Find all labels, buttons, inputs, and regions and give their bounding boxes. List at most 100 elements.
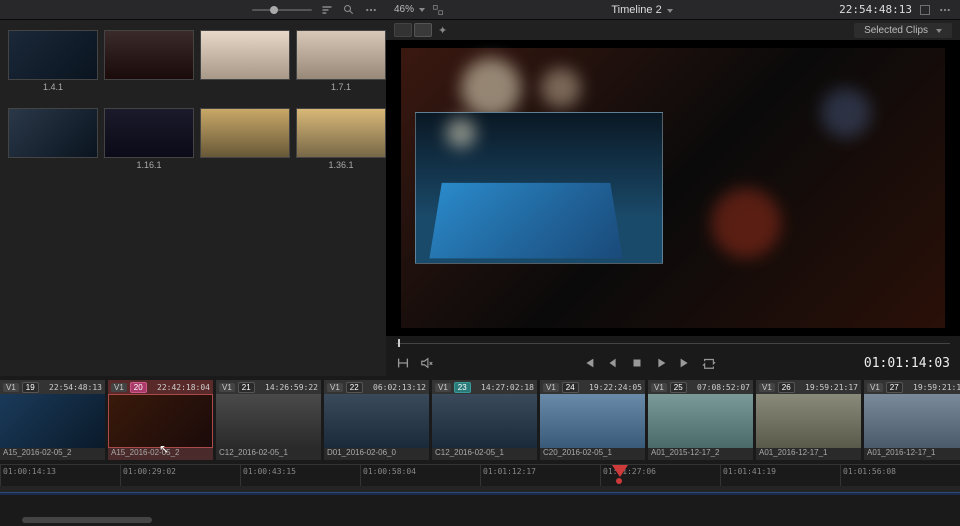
filmstrip-clip[interactable]: V1 20 22:42:18:04 A15_2016-02-05_2 xyxy=(108,380,213,460)
lower-area: V1 19 22:54:48:13 A15_2016-02-05_2 V1 20… xyxy=(0,376,960,526)
prev-frame-icon[interactable] xyxy=(606,356,620,370)
options-icon[interactable] xyxy=(364,3,378,17)
viewer-options-icon[interactable] xyxy=(938,3,952,17)
filmstrip-clip[interactable]: V1 21 14:26:59:22 C12_2016-02-05_1 xyxy=(216,380,321,460)
chevron-down-icon xyxy=(665,4,673,16)
expand-viewer-icon[interactable] xyxy=(431,3,445,17)
clip-filename: D01_2016-02-06_0 xyxy=(324,448,429,460)
play-icon[interactable] xyxy=(654,356,668,370)
media-clip[interactable]: 1.7.1 xyxy=(296,30,386,92)
clip-thumbnail xyxy=(432,394,537,448)
image-wipe-icon[interactable]: ✦ xyxy=(438,24,447,37)
picture-in-picture-overlay xyxy=(415,112,663,264)
thumbnail-zoom-slider[interactable] xyxy=(252,9,312,11)
timeline-scrollbar[interactable] xyxy=(0,514,960,526)
media-clip[interactable] xyxy=(200,108,290,170)
filmstrip-clip[interactable]: V1 26 19:59:21:17 A01_2016-12-17_1 xyxy=(756,380,861,460)
filmstrip-clip[interactable]: V1 27 19:59:21:17 A01_2016-12-17_1 xyxy=(864,380,960,460)
media-clip[interactable]: 1.36.1 xyxy=(296,108,386,170)
clip-header: V1 24 19:22:24:05 xyxy=(540,380,645,394)
viewer-canvas[interactable] xyxy=(386,40,960,336)
clip-header: V1 27 19:59:21:17 xyxy=(864,380,960,394)
timeline-marker[interactable] xyxy=(616,478,622,484)
clip-thumbnail xyxy=(324,394,429,448)
scrub-playhead[interactable] xyxy=(398,339,400,347)
clip-thumbnail xyxy=(648,394,753,448)
clip-grid: 1.4.1 1.7.1 1.16.1 1.36.1 xyxy=(0,20,386,180)
media-clip[interactable]: 1.4.1 xyxy=(8,30,98,92)
ruler-tick: 01:00:58:04 xyxy=(360,465,480,486)
track-badge: V1 xyxy=(435,383,451,392)
track-badge: V1 xyxy=(219,383,235,392)
timeline-title[interactable]: Timeline 2 xyxy=(453,4,831,16)
in-out-icon[interactable] xyxy=(396,356,410,370)
clip-header: V1 25 07:08:52:07 xyxy=(648,380,753,394)
media-clip[interactable]: 1.16.1 xyxy=(104,108,194,170)
filmstrip-clip[interactable]: V1 22 06:02:13:12 D01_2016-02-06_0 xyxy=(324,380,429,460)
clip-number: 25 xyxy=(670,382,687,393)
filmstrip-clip[interactable]: V1 19 22:54:48:13 A15_2016-02-05_2 xyxy=(0,380,105,460)
clip-filename: A01_2015-12-17_2 xyxy=(648,448,753,460)
clip-number: 27 xyxy=(886,382,903,393)
viewer-panel: 46% Timeline 2 22:54:48:13 ✦ Selected Cl… xyxy=(386,0,960,376)
clips-filter-dropdown[interactable]: Selected Clips xyxy=(854,23,952,38)
clip-label: 1.16.1 xyxy=(104,160,194,170)
clip-timecode: 14:26:59:22 xyxy=(265,383,318,392)
track-badge: V1 xyxy=(3,383,19,392)
clip-timecode: 22:54:48:13 xyxy=(49,383,102,392)
clip-timecode: 14:27:02:18 xyxy=(481,383,534,392)
track-badge: V1 xyxy=(327,383,343,392)
viewer-zoom-dropdown[interactable]: 46% xyxy=(394,4,425,15)
clip-number: 19 xyxy=(22,382,39,393)
track-badge: V1 xyxy=(759,383,775,392)
media-clip[interactable] xyxy=(200,30,290,92)
clip-timecode: 06:02:13:12 xyxy=(373,383,426,392)
media-clip[interactable] xyxy=(8,108,98,170)
clip-number: 24 xyxy=(562,382,579,393)
ruler-tick: 01:01:12:17 xyxy=(480,465,600,486)
track-badge: V1 xyxy=(111,383,127,392)
sort-icon[interactable] xyxy=(320,3,334,17)
loop-icon[interactable] xyxy=(702,356,716,370)
media-clip[interactable] xyxy=(104,30,194,92)
filmstrip-clip[interactable]: V1 24 19:22:24:05 C20_2016-02-05_1 xyxy=(540,380,645,460)
filmstrip-clip[interactable]: V1 23 14:27:02:18 C12_2016-02-05_1 xyxy=(432,380,537,460)
view-mode-single[interactable] xyxy=(394,23,412,37)
media-pool: 1.4.1 1.7.1 1.16.1 1.36.1 xyxy=(0,0,386,376)
clip-filename: A01_2016-12-17_1 xyxy=(864,448,960,460)
chevron-down-icon xyxy=(417,4,425,15)
clip-thumbnail xyxy=(540,394,645,448)
clip-timecode: 19:59:21:17 xyxy=(913,383,960,392)
viewer-mode-bar: ✦ Selected Clips xyxy=(386,20,960,40)
chevron-down-icon xyxy=(934,25,942,36)
clip-header: V1 21 14:26:59:22 xyxy=(216,380,321,394)
mute-icon[interactable] xyxy=(420,356,434,370)
clip-number: 23 xyxy=(454,382,471,393)
viewer-scrub-bar[interactable] xyxy=(386,336,960,350)
clip-filename: A15_2016-02-05_2 xyxy=(0,448,105,460)
search-icon[interactable] xyxy=(342,3,356,17)
viewer-frame-image xyxy=(401,48,945,328)
fullscreen-icon[interactable] xyxy=(918,3,932,17)
ruler-tick: 01:00:43:15 xyxy=(240,465,360,486)
view-mode-grid[interactable] xyxy=(414,23,432,37)
header-timecode[interactable]: 22:54:48:13 xyxy=(839,3,912,16)
filmstrip-clip[interactable]: V1 25 07:08:52:07 A01_2015-12-17_2 xyxy=(648,380,753,460)
clip-filename: C12_2016-02-05_1 xyxy=(216,448,321,460)
film-strip: V1 19 22:54:48:13 A15_2016-02-05_2 V1 20… xyxy=(0,376,960,464)
track-badge: V1 xyxy=(651,383,667,392)
clip-number: 22 xyxy=(346,382,363,393)
track-badge: V1 xyxy=(543,383,559,392)
timeline-ruler[interactable]: 01:00:14:1301:00:29:0201:00:43:1501:00:5… xyxy=(0,464,960,486)
viewer-toolbar: 46% Timeline 2 22:54:48:13 xyxy=(386,0,960,20)
ruler-tick: 01:00:14:13 xyxy=(0,465,120,486)
jump-first-icon[interactable] xyxy=(582,356,596,370)
stop-icon[interactable] xyxy=(630,356,644,370)
next-frame-icon[interactable] xyxy=(678,356,692,370)
ruler-tick: 01:01:41:19 xyxy=(720,465,840,486)
transport-timecode[interactable]: 01:01:14:03 xyxy=(864,356,950,371)
clip-header: V1 19 22:54:48:13 xyxy=(0,380,105,394)
clip-filename: C20_2016-02-05_1 xyxy=(540,448,645,460)
scrollbar-thumb[interactable] xyxy=(22,517,152,523)
clip-thumbnail xyxy=(756,394,861,448)
